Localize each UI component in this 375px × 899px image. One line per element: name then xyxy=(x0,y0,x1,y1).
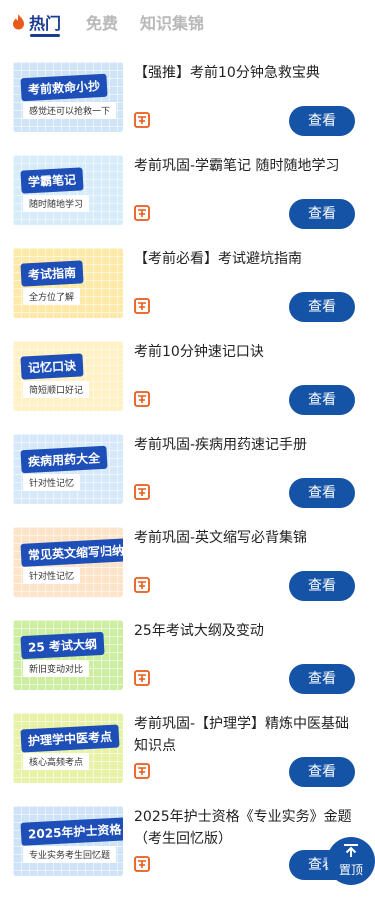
list-item: 学霸笔记 随时随地学习 考前巩固-学霸笔记 随时随地学习 查看 xyxy=(0,155,375,248)
thumbnail-subtitle: 核心高频考点 xyxy=(23,753,90,770)
item-title[interactable]: 考前巩固-英文缩写必背集锦 xyxy=(134,527,360,549)
item-title[interactable]: 考前巩固-学霸笔记 随时随地学习 xyxy=(134,155,360,177)
tab-bar: 热门 免费 知识集锦 xyxy=(0,0,375,44)
thumbnail-title: 疾病用药大全 xyxy=(20,445,108,474)
view-button[interactable]: 查看 xyxy=(289,664,355,694)
thumbnail-subtitle: 全方位了解 xyxy=(23,288,81,305)
thumbnail-title: 学霸笔记 xyxy=(20,167,84,194)
list-item: 常见英文缩写归纳 针对性记忆 考前巩固-英文缩写必背集锦 查看 xyxy=(0,527,375,620)
view-button[interactable]: 查看 xyxy=(289,385,355,415)
tab-free[interactable]: 免费 xyxy=(86,10,118,34)
thumbnail-subtitle: 简短顺口好记 xyxy=(23,381,90,398)
list-item: 记忆口诀 简短顺口好记 考前10分钟速记口诀 查看 xyxy=(0,341,375,434)
list-item: 考试指南 全方位了解 【考前必看】考试避坑指南 查看 xyxy=(0,248,375,341)
item-thumbnail[interactable]: 常见英文缩写归纳 针对性记忆 xyxy=(13,527,123,597)
item-title[interactable]: 考前巩固-【护理学】精炼中医基础知识点 xyxy=(134,713,360,757)
group-buy-icon xyxy=(134,205,150,221)
group-buy-icon xyxy=(134,763,150,779)
thumbnail-subtitle: 专业实务考生回忆题 xyxy=(23,846,117,863)
thumbnail-subtitle: 针对性记忆 xyxy=(23,474,81,491)
back-to-top-button[interactable]: 置顶 xyxy=(327,837,375,885)
group-buy-icon xyxy=(134,112,150,128)
list-item: 疾病用药大全 针对性记忆 考前巩固-疾病用药速记手册 查看 xyxy=(0,434,375,527)
list-item: 考前救命小抄 感觉还可以抢救一下 【强推】考前10分钟急救宝典 查看 xyxy=(0,62,375,155)
list-item: 2025年护士资格 专业实务考生回忆题 2025年护士资格《专业实务》金题（考生… xyxy=(0,806,375,899)
thumbnail-title: 考试指南 xyxy=(20,260,84,287)
item-thumbnail[interactable]: 2025年护士资格 专业实务考生回忆题 xyxy=(13,806,123,876)
thumbnail-subtitle: 随时随地学习 xyxy=(23,195,90,212)
group-buy-icon xyxy=(134,856,150,872)
view-button[interactable]: 查看 xyxy=(289,106,355,136)
item-title[interactable]: 【考前必看】考试避坑指南 xyxy=(134,248,360,270)
item-thumbnail[interactable]: 学霸笔记 随时随地学习 xyxy=(13,155,123,225)
view-button[interactable]: 查看 xyxy=(289,571,355,601)
item-thumbnail[interactable]: 记忆口诀 简短顺口好记 xyxy=(13,341,123,411)
item-thumbnail[interactable]: 考试指南 全方位了解 xyxy=(13,248,123,318)
group-buy-icon xyxy=(134,298,150,314)
view-button[interactable]: 查看 xyxy=(289,478,355,508)
thumbnail-title: 记忆口诀 xyxy=(20,353,84,380)
flame-icon xyxy=(13,14,24,30)
group-buy-icon xyxy=(134,577,150,593)
arrow-up-icon xyxy=(344,844,358,857)
group-buy-icon xyxy=(134,670,150,686)
tab-knowledge[interactable]: 知识集锦 xyxy=(140,10,204,34)
item-title[interactable]: 【强推】考前10分钟急救宝典 xyxy=(134,62,360,84)
item-title[interactable]: 考前巩固-疾病用药速记手册 xyxy=(134,434,360,456)
thumbnail-title: 考前救命小抄 xyxy=(20,73,108,102)
tab-hot[interactable]: 热门 xyxy=(12,10,61,34)
view-button[interactable]: 查看 xyxy=(289,199,355,229)
item-title[interactable]: 25年考试大纲及变动 xyxy=(134,620,360,642)
list-item: 护理学中医考点 核心高频考点 考前巩固-【护理学】精炼中医基础知识点 查看 xyxy=(0,713,375,806)
tab-hot-label: 热门 xyxy=(29,14,62,33)
thumbnail-subtitle: 新旧变动对比 xyxy=(23,660,90,677)
list-item: 25 考试大纲 新旧变动对比 25年考试大纲及变动 查看 xyxy=(0,620,375,713)
item-thumbnail[interactable]: 25 考试大纲 新旧变动对比 xyxy=(13,620,123,690)
back-to-top-label: 置顶 xyxy=(338,863,363,877)
item-title[interactable]: 考前10分钟速记口诀 xyxy=(134,341,360,363)
view-button[interactable]: 查看 xyxy=(289,757,355,787)
active-tab-indicator xyxy=(30,34,60,37)
item-thumbnail[interactable]: 疾病用药大全 针对性记忆 xyxy=(13,434,123,504)
group-buy-icon xyxy=(134,484,150,500)
item-thumbnail[interactable]: 考前救命小抄 感觉还可以抢救一下 xyxy=(13,62,123,132)
group-buy-icon xyxy=(134,391,150,407)
thumbnail-subtitle: 感觉还可以抢救一下 xyxy=(23,102,117,119)
thumbnail-subtitle: 针对性记忆 xyxy=(23,567,81,584)
view-button[interactable]: 查看 xyxy=(289,292,355,322)
thumbnail-title: 25 考试大纲 xyxy=(20,631,105,660)
item-thumbnail[interactable]: 护理学中医考点 核心高频考点 xyxy=(13,713,123,783)
item-title[interactable]: 2025年护士资格《专业实务》金题（考生回忆版） xyxy=(134,806,360,850)
